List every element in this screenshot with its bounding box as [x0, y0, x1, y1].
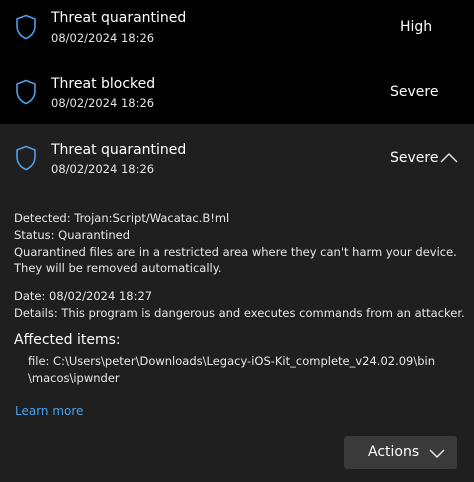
threat-severity: Severe	[390, 84, 439, 100]
threat-time: 08/02/2024 18:26	[51, 31, 155, 45]
detected-line: Detected: Trojan:Script/Wacatac.B!ml	[14, 211, 230, 225]
threat-title: Threat blocked	[51, 76, 156, 92]
affected-file-path-cont: \macos\ipwnder	[28, 371, 120, 385]
threat-item[interactable]: Threat quarantined 08/02/2024 18:26 High	[0, 0, 474, 58]
threat-title: Threat quarantined	[51, 142, 187, 158]
status-line: Status: Quarantined	[14, 228, 130, 242]
learn-more-link[interactable]: Learn more	[15, 404, 83, 418]
threat-item-expanded: Threat quarantined 08/02/2024 18:26 Seve…	[0, 124, 474, 482]
threat-severity: Severe	[390, 150, 439, 166]
threat-time: 08/02/2024 18:26	[51, 162, 155, 176]
actions-button[interactable]: Actions	[344, 436, 457, 469]
date-line: Date: 08/02/2024 18:27	[14, 289, 153, 303]
affected-items-heading: Affected items:	[14, 332, 121, 348]
shield-icon	[16, 145, 36, 171]
threat-item[interactable]: Threat blocked 08/02/2024 18:26 Severe	[0, 58, 474, 124]
details-line: Details: This program is dangerous and e…	[14, 306, 465, 320]
chevron-up-icon[interactable]	[439, 152, 459, 164]
threat-expanded-header[interactable]: Threat quarantined 08/02/2024 18:26 Seve…	[0, 124, 474, 182]
threat-time: 08/02/2024 18:26	[51, 96, 155, 110]
shield-icon	[16, 14, 36, 40]
affected-file-path: file: C:\Users\peter\Downloads\Legacy-iO…	[28, 354, 436, 368]
status-description: Quarantined files are in a restricted ar…	[14, 245, 457, 275]
threat-severity: High	[400, 19, 433, 35]
threat-title: Threat quarantined	[51, 10, 187, 26]
actions-label: Actions	[368, 444, 420, 460]
shield-icon	[16, 79, 36, 105]
chevron-down-icon	[429, 449, 445, 459]
